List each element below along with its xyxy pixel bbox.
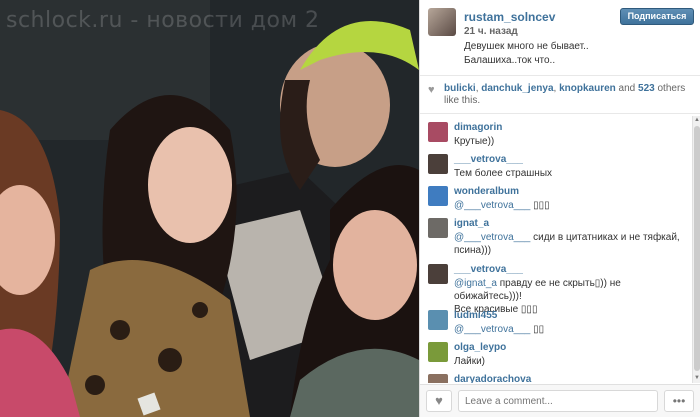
comment-body: псина))) xyxy=(454,245,492,256)
caption-line: Девушек много не бывает.. xyxy=(464,41,589,52)
comment-text: @___vetrova___ ▯▯▯ xyxy=(454,199,686,212)
commenter-username[interactable]: ___vetrova___ xyxy=(454,264,523,275)
comment-text: @___vetrova___ ▯▯ xyxy=(454,323,686,336)
watermark-text: schlock.ru - новости дом 2 xyxy=(6,8,320,33)
post-caption: Девушек много не бывает.. Балашиха..ток … xyxy=(464,40,589,68)
photo-illustration xyxy=(0,0,419,417)
mention-link[interactable]: @ignat_a xyxy=(454,278,497,289)
caption-line: Балашиха..ток что.. xyxy=(464,55,556,66)
likes-text: bulicki, danchuk_jenya, knopkauren and 5… xyxy=(444,83,694,107)
liker-link[interactable]: danchuk_jenya xyxy=(481,83,553,94)
commenter-username[interactable]: ignat_a xyxy=(454,218,489,229)
commenter-avatar[interactable] xyxy=(428,186,448,206)
commenter-username[interactable]: ___vetrova___ xyxy=(454,154,523,165)
comment-body: сиди в цитатниках и не тяфкай, xyxy=(530,232,680,243)
mention-link[interactable]: @___vetrova___ xyxy=(454,232,530,243)
comment-body: ▯▯ xyxy=(530,324,545,335)
follow-button[interactable]: Подписаться xyxy=(620,8,694,25)
post-photo[interactable]: schlock.ru - новости дом 2 xyxy=(0,0,419,417)
likes-section: ♥ bulicki, danchuk_jenya, knopkauren and… xyxy=(420,78,700,114)
commenter-username[interactable]: wonderalbum xyxy=(454,186,519,197)
scroll-up-arrow-icon[interactable]: ▲ xyxy=(693,116,700,125)
comment-body: ▯▯▯ xyxy=(530,200,550,211)
scroll-down-arrow-icon[interactable]: ▼ xyxy=(693,374,700,383)
liker-link[interactable]: knopkauren xyxy=(559,83,616,94)
mention-link[interactable]: @___vetrova___ xyxy=(454,200,530,211)
post-header: rustam_solncev 21 ч. назад Девушек много… xyxy=(420,0,700,76)
more-options-button[interactable]: ••• xyxy=(664,390,694,412)
liker-link[interactable]: bulicki xyxy=(444,83,476,94)
likes-count[interactable]: 523 xyxy=(638,83,655,94)
like-heart-icon[interactable]: ♥ xyxy=(426,390,452,412)
comment-text: Тем более страшных xyxy=(454,168,553,179)
comment-input[interactable] xyxy=(458,390,658,412)
commenter-avatar[interactable] xyxy=(428,374,448,383)
comment-text: Крутые)) xyxy=(454,136,495,147)
comment-text: @___vetrova___ сиди в цитатниках и не тя… xyxy=(454,231,686,257)
commenter-username[interactable]: ludmi455 xyxy=(454,310,497,321)
scroll-thumb[interactable] xyxy=(694,126,700,371)
post-time: 21 ч. назад xyxy=(464,26,518,37)
comments-list: dimagorin Крутые)) ___vetrova___ Тем бол… xyxy=(420,116,692,383)
commenter-avatar[interactable] xyxy=(428,154,448,174)
comment-text: Лайки) xyxy=(454,356,486,367)
commenter-username[interactable]: olga_leypo xyxy=(454,342,506,353)
comments-scrollbar[interactable]: ▲ ▼ xyxy=(692,116,700,383)
post-side-panel: rustam_solncev 21 ч. назад Девушек много… xyxy=(419,0,700,417)
comment-footer: ♥ ••• xyxy=(420,384,700,417)
likes-and: and xyxy=(615,83,639,94)
commenter-username[interactable]: dimagorin xyxy=(454,122,502,133)
mention-link[interactable]: @___vetrova___ xyxy=(454,324,530,335)
commenter-avatar[interactable] xyxy=(428,342,448,362)
author-username[interactable]: rustam_solncev xyxy=(464,10,555,24)
commenter-username[interactable]: daryadorachova xyxy=(454,374,531,383)
commenter-avatar[interactable] xyxy=(428,264,448,284)
heart-icon: ♥ xyxy=(428,84,435,96)
commenter-avatar[interactable] xyxy=(428,218,448,238)
commenter-avatar[interactable] xyxy=(428,310,448,330)
commenter-avatar[interactable] xyxy=(428,122,448,142)
author-avatar[interactable] xyxy=(428,8,456,36)
